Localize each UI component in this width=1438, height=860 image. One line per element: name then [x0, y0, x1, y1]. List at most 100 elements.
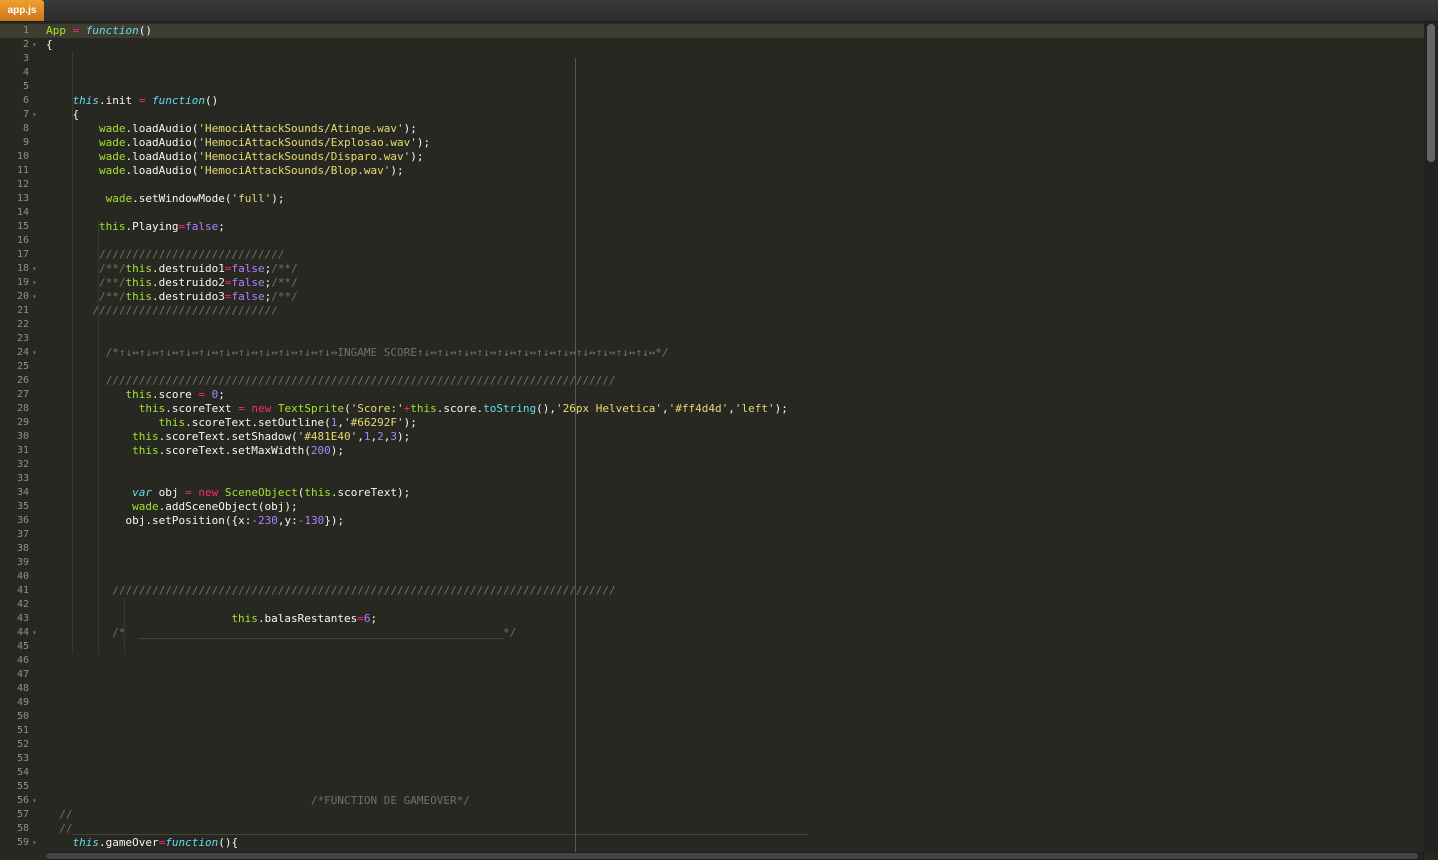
code-token: = [357, 612, 364, 625]
code-line[interactable]: 53 [0, 752, 1424, 766]
code-line[interactable]: 1 App = function() [0, 24, 1424, 38]
code-line[interactable]: 27 this.score = 0; [0, 388, 1424, 402]
line-number: 37 [16, 529, 29, 540]
code-line[interactable]: 8 wade.loadAudio('HemociAttackSounds/Ati… [0, 122, 1424, 136]
line-number: 31 [16, 445, 29, 456]
line-number: 48 [16, 683, 29, 694]
vertical-scrollbar[interactable] [1424, 22, 1438, 852]
code-line[interactable]: 13 wade.setWindowMode('full'); [0, 192, 1424, 206]
code-line[interactable]: 14 [0, 206, 1424, 220]
code-token: ; [370, 612, 378, 625]
code-line[interactable]: 19 ▾ /**/this.destruido2=false;/**/ [0, 276, 1424, 290]
code-token: .score. [436, 402, 484, 415]
code-line[interactable]: 51 [0, 724, 1424, 738]
code-text: //////////////////////////// [46, 304, 277, 318]
code-line[interactable]: 42 [0, 598, 1424, 612]
code-line[interactable]: 3 [0, 52, 1424, 66]
fold-arrow-icon[interactable]: ▾ [32, 794, 40, 808]
code-line[interactable]: 44 ▾ /* _________________________________… [0, 626, 1424, 640]
code-line[interactable]: 17 //////////////////////////// [0, 248, 1424, 262]
code-line[interactable]: 48 [0, 682, 1424, 696]
code-line[interactable]: 40 [0, 570, 1424, 584]
horizontal-scrollbar[interactable] [46, 852, 1424, 860]
code-line[interactable]: 28 this.scoreText = new TextSprite('Scor… [0, 402, 1424, 416]
code-token: this [231, 612, 258, 625]
code-line[interactable]: 16 [0, 234, 1424, 248]
code-line[interactable]: 31 this.scoreText.setMaxWidth(200); [0, 444, 1424, 458]
code-line[interactable]: 5 [0, 80, 1424, 94]
code-line[interactable]: 22 [0, 318, 1424, 332]
fold-arrow-icon[interactable]: ▾ [32, 276, 40, 290]
code-line[interactable]: 58 //___________________________________… [0, 822, 1424, 836]
code-token: -230 [251, 514, 278, 527]
code-token: /**/ [271, 262, 298, 275]
code-line[interactable]: 45 [0, 640, 1424, 654]
line-number: 39 [16, 557, 29, 568]
code-line[interactable]: 23 [0, 332, 1424, 346]
code-line[interactable]: 52 [0, 738, 1424, 752]
code-line[interactable]: 30 this.scoreText.setShadow('#481E40',1,… [0, 430, 1424, 444]
code-line[interactable]: 36 obj.setPosition({x:-230,y:-130}); [0, 514, 1424, 528]
code-token: false [185, 220, 219, 233]
code-line[interactable]: 18 ▾ /**/this.destruido1=false;/**/ [0, 262, 1424, 276]
horizontal-scrollbar-thumb[interactable] [46, 853, 1418, 859]
code-token: this [138, 402, 166, 415]
code-line[interactable]: 56 ▾ /*FUNCTION DE GAMEOVER*/ [0, 794, 1424, 808]
code-line[interactable]: 6 this.init = function() [0, 94, 1424, 108]
fold-arrow-icon[interactable]: ▾ [32, 262, 40, 276]
code-line[interactable]: 59 ▾ this.gameOver=function(){ [0, 836, 1424, 850]
fold-arrow-icon[interactable]: ▾ [32, 108, 40, 122]
code-line[interactable]: 47 [0, 668, 1424, 682]
code-text: this.scoreText = new TextSprite('Score:'… [46, 402, 788, 416]
fold-arrow-icon[interactable]: ▾ [32, 290, 40, 304]
code-line[interactable]: 2 ▾ { [0, 38, 1424, 52]
line-number: 57 [16, 809, 29, 820]
code-line[interactable]: 20 ▾ /**/this.destruido3=false;/**/ [0, 290, 1424, 304]
code-line[interactable]: 41 /////////////////////////////////////… [0, 584, 1424, 598]
fold-arrow-icon[interactable]: ▾ [32, 346, 40, 360]
code-line[interactable]: 43 this.balasRestantes=6; [0, 612, 1424, 626]
code-line[interactable]: 24 ▾ /*↑↓↔↑↓↔↑↓↔↑↓↔↑↓↔↑↓↔↑↓↔↑↓↔↑↓↔↑↓↔↑↓↔I… [0, 346, 1424, 360]
code-line[interactable]: 37 [0, 528, 1424, 542]
code-token: wade [98, 122, 126, 135]
code-token: ////////////////////////////////////////… [112, 584, 616, 597]
code-line[interactable]: 33 [0, 472, 1424, 486]
code-token: ; [218, 388, 225, 401]
code-token: { [46, 38, 53, 51]
code-line[interactable]: 11 wade.loadAudio('HemociAttackSounds/Bl… [0, 164, 1424, 178]
code-line[interactable]: 15 this.Playing=false; [0, 220, 1424, 234]
vertical-scrollbar-thumb[interactable] [1427, 24, 1435, 162]
code-token: '#481E40' [297, 430, 358, 443]
code-line[interactable]: 4 [0, 66, 1424, 80]
code-line[interactable]: 49 [0, 696, 1424, 710]
line-number: 59 [16, 837, 29, 848]
fold-arrow-icon[interactable]: ▾ [32, 38, 40, 52]
tab-app-js[interactable]: app.js [0, 0, 44, 21]
code-line[interactable]: 21 //////////////////////////// [0, 304, 1424, 318]
code-line[interactable]: 26 /////////////////////////////////////… [0, 374, 1424, 388]
code-token: ); [403, 416, 417, 429]
code-line[interactable]: 46 [0, 654, 1424, 668]
code-line[interactable]: 39 [0, 556, 1424, 570]
code-line[interactable]: 35 wade.addSceneObject(obj); [0, 500, 1424, 514]
code-token: obj.setPosition({x: [125, 514, 252, 527]
code-line[interactable]: 55 [0, 780, 1424, 794]
code-line[interactable]: 7 ▾ { [0, 108, 1424, 122]
code-line[interactable]: 38 [0, 542, 1424, 556]
code-line[interactable]: 32 [0, 458, 1424, 472]
code-token: .init [99, 94, 139, 107]
code-line[interactable]: 29 this.scoreText.setOutline(1,'#66292F'… [0, 416, 1424, 430]
fold-arrow-icon[interactable]: ▾ [32, 836, 40, 850]
code-line[interactable]: 50 [0, 710, 1424, 724]
fold-arrow-icon[interactable]: ▾ [32, 626, 40, 640]
code-token: .destruido3 [151, 290, 225, 303]
code-token: App [46, 24, 66, 37]
code-line[interactable]: 34 var obj = new SceneObject(this.scoreT… [0, 486, 1424, 500]
code-line[interactable]: 57 // [0, 808, 1424, 822]
code-line[interactable]: 10 wade.loadAudio('HemociAttackSounds/Di… [0, 150, 1424, 164]
code-editor[interactable]: 1 App = function() 2 ▾{3 4 5 6 this.init = fun… [0, 22, 1424, 852]
code-line[interactable]: 12 [0, 178, 1424, 192]
code-line[interactable]: 54 [0, 766, 1424, 780]
code-line[interactable]: 25 [0, 360, 1424, 374]
code-line[interactable]: 9 wade.loadAudio('HemociAttackSounds/Exp… [0, 136, 1424, 150]
